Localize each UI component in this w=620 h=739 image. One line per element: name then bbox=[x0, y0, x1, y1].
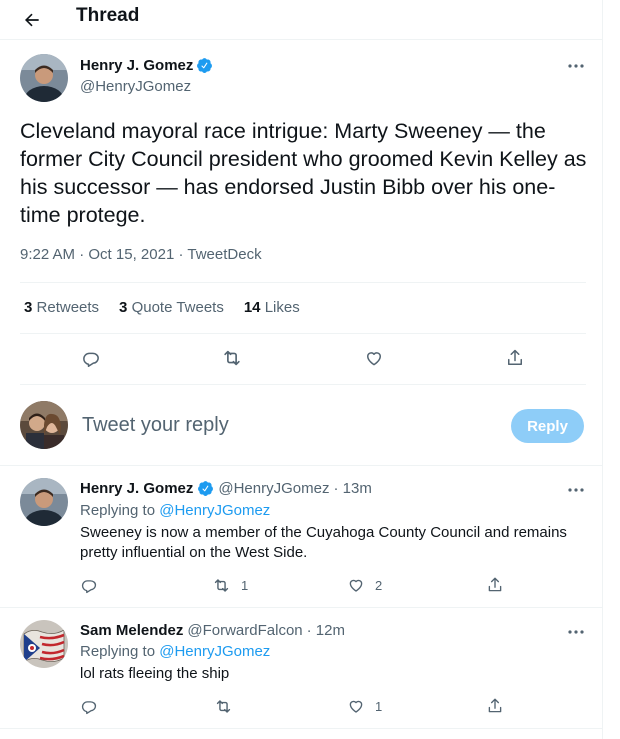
tweet-stats: 3 Retweets 3 Quote Tweets 14 Likes bbox=[24, 299, 320, 316]
thread-header: Thread bbox=[0, 0, 603, 40]
divider bbox=[0, 607, 603, 608]
arrow-left-icon bbox=[25, 13, 39, 27]
more-horizontal-icon bbox=[568, 64, 584, 68]
quote-tweets-stat[interactable]: 3 Quote Tweets bbox=[119, 299, 224, 316]
tweet-date[interactable]: Oct 15, 2021 bbox=[88, 246, 174, 263]
reply-text: Sweeney is now a member of the Cuyahoga … bbox=[80, 524, 567, 561]
reply-author-name[interactable]: Henry J. Gomez bbox=[80, 480, 193, 497]
reply-text: lol rats fleeing the ship bbox=[80, 665, 230, 682]
retweet-button[interactable] bbox=[220, 346, 244, 370]
divider bbox=[20, 333, 586, 334]
author-avatar[interactable] bbox=[20, 54, 68, 102]
retweets-count: 3 bbox=[24, 299, 33, 316]
reply-author-handle[interactable]: @HenryJGomez bbox=[218, 480, 329, 497]
tweet-time[interactable]: 9:22 AM bbox=[20, 246, 75, 263]
more-options-button[interactable] bbox=[564, 622, 588, 642]
divider bbox=[20, 282, 586, 283]
more-horizontal-icon bbox=[568, 488, 584, 492]
retweet-button[interactable] bbox=[214, 697, 243, 716]
reply-icon bbox=[81, 701, 97, 715]
more-options-button[interactable] bbox=[564, 480, 588, 500]
replying-to-handle-link[interactable]: @HenryJGomez bbox=[159, 502, 270, 519]
back-button[interactable] bbox=[18, 6, 46, 34]
meta-separator: · bbox=[79, 246, 85, 263]
divider bbox=[0, 465, 603, 466]
current-user-avatar[interactable] bbox=[20, 401, 68, 449]
share-button[interactable] bbox=[503, 346, 527, 370]
reply-header: Sam Melendez @ForwardFalcon · 12m bbox=[80, 622, 345, 639]
author-handle[interactable]: @HenryJGomez bbox=[80, 78, 191, 95]
retweet-count: 1 bbox=[241, 578, 249, 593]
more-horizontal-icon bbox=[568, 630, 584, 634]
reply-author-avatar[interactable] bbox=[20, 478, 68, 526]
reply-time[interactable]: · 13m bbox=[333, 480, 371, 497]
thread-column: Thread Henry J. Gomez @HenryJGomez Cleve… bbox=[0, 0, 603, 739]
like-button[interactable]: 2 bbox=[347, 576, 382, 594]
retweet-icon bbox=[224, 350, 240, 366]
retweets-stat[interactable]: 3 Retweets bbox=[24, 299, 99, 316]
replying-to-handle-link[interactable]: @HenryJGomez bbox=[159, 643, 270, 660]
retweet-icon bbox=[214, 579, 229, 592]
reply-author-name[interactable]: Sam Melendez bbox=[80, 622, 183, 639]
divider bbox=[0, 728, 603, 729]
quotes-count: 3 bbox=[119, 299, 128, 316]
reply-header: Henry J. Gomez @HenryJGomez · 13m bbox=[80, 480, 372, 497]
reply-input[interactable]: Tweet your reply bbox=[82, 414, 229, 437]
verified-badge-icon bbox=[198, 481, 214, 496]
tweet-meta: 9:22 AM · Oct 15, 2021 · TweetDeck bbox=[20, 246, 262, 263]
reply-author-handle[interactable]: @ForwardFalcon bbox=[187, 622, 302, 639]
tweet-source[interactable]: TweetDeck bbox=[187, 246, 261, 263]
share-button[interactable] bbox=[486, 697, 504, 715]
replying-to: Replying to @HenryJGomez bbox=[80, 502, 270, 519]
retweets-label: Retweets bbox=[36, 299, 100, 316]
like-button[interactable]: 1 bbox=[347, 697, 382, 715]
page-title: Thread bbox=[76, 5, 140, 26]
divider bbox=[20, 384, 586, 385]
meta-separator: · bbox=[178, 246, 184, 263]
replying-to: Replying to @HenryJGomez bbox=[80, 643, 270, 660]
reply-icon bbox=[83, 352, 99, 367]
replying-to-prefix: Replying to bbox=[80, 643, 156, 660]
like-count: 1 bbox=[375, 698, 383, 714]
likes-label: Likes bbox=[264, 299, 300, 316]
reply-time[interactable]: · 12m bbox=[307, 622, 345, 639]
replying-to-prefix: Replying to bbox=[80, 502, 156, 519]
heart-icon bbox=[349, 700, 363, 713]
author-name[interactable]: Henry J. Gomez bbox=[80, 57, 193, 74]
more-options-button[interactable] bbox=[564, 56, 588, 76]
verified-badge-icon bbox=[197, 58, 213, 73]
reply-button[interactable] bbox=[79, 346, 103, 370]
likes-stat[interactable]: 14 Likes bbox=[244, 299, 300, 316]
reply-submit-button[interactable]: Reply bbox=[511, 409, 584, 443]
share-icon bbox=[508, 349, 522, 365]
author-name-row: Henry J. Gomez bbox=[80, 57, 213, 74]
like-button[interactable] bbox=[362, 346, 386, 370]
reply-button[interactable] bbox=[80, 576, 98, 594]
retweet-icon bbox=[216, 700, 231, 713]
heart-icon bbox=[367, 352, 381, 366]
likes-count: 14 bbox=[243, 299, 261, 316]
quotes-label: Quote Tweets bbox=[131, 299, 224, 316]
tweet-text: Cleveland mayoral race intrigue: Marty S… bbox=[20, 119, 587, 227]
heart-icon bbox=[349, 579, 363, 592]
reply-icon bbox=[81, 580, 97, 594]
share-icon bbox=[488, 577, 502, 592]
share-icon bbox=[488, 698, 502, 713]
reply-button[interactable] bbox=[80, 697, 98, 715]
share-button[interactable] bbox=[486, 576, 504, 594]
retweet-button[interactable]: 1 bbox=[212, 576, 248, 595]
like-count: 2 bbox=[375, 577, 383, 593]
reply-author-avatar[interactable] bbox=[20, 620, 68, 668]
